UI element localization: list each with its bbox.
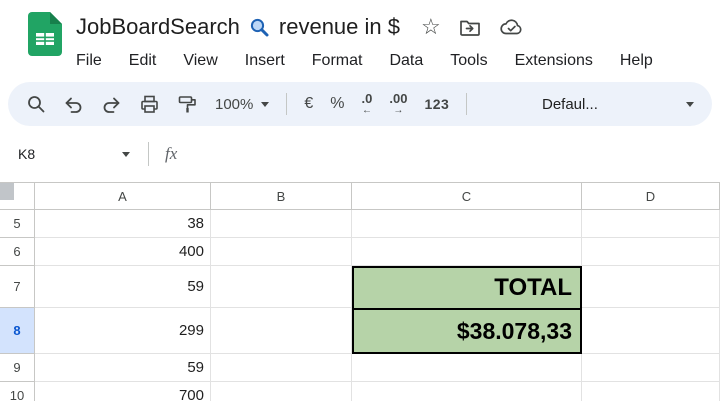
chevron-down-icon (686, 101, 694, 107)
cell-d6[interactable] (582, 238, 720, 266)
title-action-icons: ☆ (421, 16, 524, 38)
search-icon[interactable] (26, 94, 46, 114)
cell-c9[interactable] (352, 354, 582, 382)
cell-b9[interactable] (211, 354, 352, 382)
cell-c6[interactable] (352, 238, 582, 266)
row-header-5[interactable]: 5 (0, 210, 35, 238)
increase-decimal-button[interactable]: .00 → (389, 92, 407, 116)
document-title-part2[interactable]: revenue in $ (279, 14, 400, 40)
menu-format[interactable]: Format (312, 52, 363, 70)
move-folder-icon[interactable] (459, 18, 481, 36)
paint-format-icon[interactable] (177, 94, 198, 115)
undo-icon[interactable] (63, 94, 84, 115)
corner-marker (0, 183, 14, 200)
fx-icon: fx (165, 144, 178, 163)
row-header-10[interactable]: 10 (0, 382, 35, 401)
menu-edit[interactable]: Edit (129, 52, 157, 70)
cell-a10[interactable]: 700 (35, 382, 211, 401)
cell-a6[interactable]: 400 (35, 238, 211, 266)
row-header-8-selected[interactable]: 8 (0, 308, 35, 354)
spreadsheet-grid: A B C D 5 38 6 400 7 59 TOTAL 8 299 $38.… (0, 183, 720, 401)
cell-d5[interactable] (582, 210, 720, 238)
cell-a9[interactable]: 59 (35, 354, 211, 382)
format-currency-button[interactable]: € (304, 95, 313, 113)
cell-b7[interactable] (211, 266, 352, 308)
menu-extensions[interactable]: Extensions (515, 52, 593, 70)
print-icon[interactable] (139, 94, 160, 115)
redo-icon[interactable] (101, 94, 122, 115)
name-box[interactable]: K8 (18, 146, 130, 162)
format-percent-button[interactable]: % (330, 95, 344, 113)
decrease-decimal-label: .0 (361, 91, 373, 106)
formula-bar-divider (148, 142, 149, 166)
toolbar: 100% € % .0 ← .00 → 123 Defaul... (8, 82, 712, 126)
menu-file[interactable]: File (76, 52, 102, 70)
cell-d7[interactable] (582, 266, 720, 308)
chevron-down-icon (122, 151, 130, 157)
menu-bar: File Edit View Insert Format Data Tools … (76, 48, 653, 74)
cell-b6[interactable] (211, 238, 352, 266)
magnifier-emoji-icon (249, 17, 270, 38)
cell-a5[interactable]: 38 (35, 210, 211, 238)
cell-a8[interactable]: 299 (35, 308, 211, 354)
star-icon[interactable]: ☆ (421, 16, 441, 38)
column-header-d[interactable]: D (582, 183, 720, 210)
row-header-7[interactable]: 7 (0, 266, 35, 308)
sheets-logo-icon[interactable] (28, 12, 62, 74)
cell-a7[interactable]: 59 (35, 266, 211, 308)
zoom-value: 100% (215, 95, 254, 113)
formula-bar: K8 fx (0, 126, 720, 183)
top-bar: JobBoardSearch revenue in $ ☆ File Edit … (0, 0, 720, 74)
column-header-a[interactable]: A (35, 183, 211, 210)
toolbar-divider (466, 93, 468, 115)
zoom-control[interactable]: 100% (215, 95, 270, 113)
cell-c10[interactable] (352, 382, 582, 401)
increase-decimal-arrow-icon: → (393, 105, 404, 116)
cell-c8-total-amount[interactable]: $38.078,33 (352, 308, 582, 354)
cell-c7-total-label[interactable]: TOTAL (352, 266, 582, 308)
menu-insert[interactable]: Insert (245, 52, 285, 70)
google-sheets-app: JobBoardSearch revenue in $ ☆ File Edit … (0, 0, 720, 416)
font-selector-value: Defaul... (542, 95, 598, 113)
row-header-6[interactable]: 6 (0, 238, 35, 266)
cell-d10[interactable] (582, 382, 720, 401)
row-header-9[interactable]: 9 (0, 354, 35, 382)
menu-tools[interactable]: Tools (450, 52, 487, 70)
cell-b8[interactable] (211, 308, 352, 354)
cell-b5[interactable] (211, 210, 352, 238)
menu-help[interactable]: Help (620, 52, 653, 70)
cell-d8[interactable] (582, 308, 720, 354)
font-selector[interactable]: Defaul... (542, 96, 694, 113)
header-right: JobBoardSearch revenue in $ ☆ File Edit … (76, 12, 653, 74)
chevron-down-icon (261, 101, 270, 107)
menu-view[interactable]: View (183, 52, 217, 70)
cloud-saved-icon[interactable] (499, 18, 524, 36)
increase-decimal-label: .00 (389, 91, 408, 106)
toolbar-divider (286, 93, 288, 115)
column-header-b[interactable]: B (211, 183, 352, 210)
more-formats-button[interactable]: 123 (424, 96, 449, 112)
decrease-decimal-button[interactable]: .0 ← (362, 92, 373, 116)
cell-b10[interactable] (211, 382, 352, 401)
cell-reference: K8 (18, 146, 36, 162)
menu-data[interactable]: Data (389, 52, 423, 70)
title-row: JobBoardSearch revenue in $ ☆ (76, 12, 653, 42)
cell-d9[interactable] (582, 354, 720, 382)
document-title-part1[interactable]: JobBoardSearch (76, 14, 240, 40)
decrease-decimal-arrow-icon: ← (361, 105, 372, 116)
select-all-corner[interactable] (0, 183, 35, 210)
column-header-c[interactable]: C (352, 183, 582, 210)
cell-c5[interactable] (352, 210, 582, 238)
